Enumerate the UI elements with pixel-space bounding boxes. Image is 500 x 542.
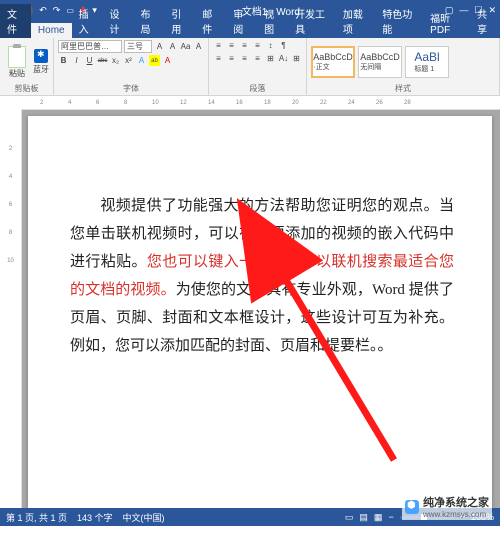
tab-references[interactable]: 引用 xyxy=(164,4,195,38)
font-color-button[interactable]: A xyxy=(162,55,173,66)
group-styles: AaBbCcD·正文 AaBbCcD无间隔 AaBl标题 1 样式 xyxy=(307,38,500,95)
tab-features[interactable]: 特色功能 xyxy=(375,4,423,38)
undo-icon[interactable]: ↶ xyxy=(39,5,47,16)
tab-file[interactable]: 文件 xyxy=(0,4,31,38)
clipboard-group-label: 剪贴板 xyxy=(4,84,49,94)
text-effects-button[interactable]: A xyxy=(136,55,147,66)
align-right-button[interactable]: ≡ xyxy=(239,53,250,64)
increase-indent-button[interactable]: ↕ xyxy=(265,40,276,51)
justify-button[interactable]: ≡ xyxy=(252,53,263,64)
show-marks-button[interactable]: ¶ xyxy=(278,40,289,51)
highlight-button[interactable]: ab xyxy=(149,55,160,66)
group-font: 阿里巴巴普… 三号 A A Aa A B I U abc x₂ x² A ab … xyxy=(54,38,209,95)
tab-insert[interactable]: 插入 xyxy=(72,4,103,38)
bold-button[interactable]: B xyxy=(58,55,69,66)
share-button[interactable]: 共享 xyxy=(471,4,500,38)
tab-addins[interactable]: 加载项 xyxy=(336,4,375,38)
style-normal[interactable]: AaBbCcD·正文 xyxy=(311,46,355,78)
paragraph-group-label: 段落 xyxy=(213,84,302,94)
tab-review[interactable]: 审阅 xyxy=(226,4,257,38)
grow-font-button[interactable]: A xyxy=(154,41,165,52)
bluetooth-icon[interactable] xyxy=(34,49,48,63)
work-area: 246810 视频提供了功能强大的方法帮助您证明您的观点。当您单击联机视频时，可… xyxy=(0,110,500,508)
align-center-button[interactable]: ≡ xyxy=(226,53,237,64)
watermark-text: 纯净系统之家 xyxy=(423,494,489,510)
paste-label: 粘贴 xyxy=(9,68,25,79)
change-case-button[interactable]: Aa xyxy=(180,41,191,52)
tab-design[interactable]: 设计 xyxy=(103,4,134,38)
font-group-label: 字体 xyxy=(58,84,204,94)
underline-button[interactable]: U xyxy=(84,55,95,66)
tab-home[interactable]: Home xyxy=(31,23,72,38)
status-lang[interactable]: 中文(中国) xyxy=(123,511,165,524)
tab-foxit[interactable]: 福昕PDF xyxy=(423,8,471,38)
horizontal-ruler[interactable]: 246810121416182022242628 xyxy=(22,96,500,110)
paste-icon xyxy=(8,46,26,68)
document-page[interactable]: 视频提供了功能强大的方法帮助您证明您的观点。当您单击联机视频时，可以在想要添加的… xyxy=(28,116,492,508)
multilevel-button[interactable]: ≡ xyxy=(239,40,250,51)
status-words[interactable]: 143 个字 xyxy=(77,511,113,524)
tab-view[interactable]: 视图 xyxy=(257,4,288,38)
document-body[interactable]: 视频提供了功能强大的方法帮助您证明您的观点。当您单击联机视频时，可以在想要添加的… xyxy=(70,192,454,360)
subscript-button[interactable]: x₂ xyxy=(110,55,121,66)
style-heading1[interactable]: AaBl标题 1 xyxy=(405,46,449,78)
font-size-combo[interactable]: 三号 xyxy=(124,40,152,53)
ribbon: 粘贴 蓝牙 剪贴板 阿里巴巴普… 三号 A A Aa A B I U abc xyxy=(0,38,500,96)
view-print-icon[interactable]: ▤ xyxy=(359,512,368,523)
watermark-url: www.kzmsys.com xyxy=(423,510,489,519)
vertical-ruler[interactable]: 246810 xyxy=(0,110,22,508)
bluetooth-label: 蓝牙 xyxy=(33,64,49,75)
watermark-icon xyxy=(405,500,419,514)
align-left-button[interactable]: ≡ xyxy=(213,53,224,64)
strike-button[interactable]: abc xyxy=(97,55,108,66)
view-read-icon[interactable]: ▭ xyxy=(345,512,354,523)
borders-button[interactable]: ⊞ xyxy=(291,53,302,64)
tab-developer[interactable]: 开发工具 xyxy=(288,4,336,38)
ribbon-tabs: 文件 Home 插入 设计 布局 引用 邮件 审阅 视图 开发工具 加载项 特色… xyxy=(0,20,500,38)
font-family-combo[interactable]: 阿里巴巴普… xyxy=(58,40,122,53)
decrease-indent-button[interactable]: ≡ xyxy=(252,40,263,51)
shading-button[interactable]: A↓ xyxy=(278,53,289,64)
view-web-icon[interactable]: ▦ xyxy=(374,512,383,523)
bullets-button[interactable]: ≡ xyxy=(213,40,224,51)
style-nospacing[interactable]: AaBbCcD无间隔 xyxy=(358,46,402,78)
paste-button[interactable]: 粘贴 xyxy=(4,46,30,79)
page-scroll[interactable]: 视频提供了功能强大的方法帮助您证明您的观点。当您单击联机视频时，可以在想要添加的… xyxy=(22,110,500,508)
italic-button[interactable]: I xyxy=(71,55,82,66)
shrink-font-button[interactable]: A xyxy=(167,41,178,52)
superscript-button[interactable]: x² xyxy=(123,55,134,66)
group-clipboard: 粘贴 蓝牙 剪贴板 xyxy=(0,38,54,95)
status-page[interactable]: 第 1 页, 共 1 页 xyxy=(6,511,67,524)
group-paragraph: ≡ ≡ ≡ ≡ ↕ ¶ ≡ ≡ ≡ ≡ ⊞ A↓ ⊞ 段落 xyxy=(209,38,307,95)
redo-icon[interactable]: ↷ xyxy=(53,5,61,16)
zoom-out-button[interactable]: − xyxy=(388,512,393,522)
numbering-button[interactable]: ≡ xyxy=(226,40,237,51)
watermark: 纯净系统之家 www.kzmsys.com xyxy=(402,493,492,520)
tab-mailings[interactable]: 邮件 xyxy=(195,4,226,38)
tab-layout[interactable]: 布局 xyxy=(133,4,164,38)
clear-format-button[interactable]: A xyxy=(193,41,204,52)
styles-group-label: 样式 xyxy=(311,84,495,94)
line-spacing-button[interactable]: ⊞ xyxy=(265,53,276,64)
